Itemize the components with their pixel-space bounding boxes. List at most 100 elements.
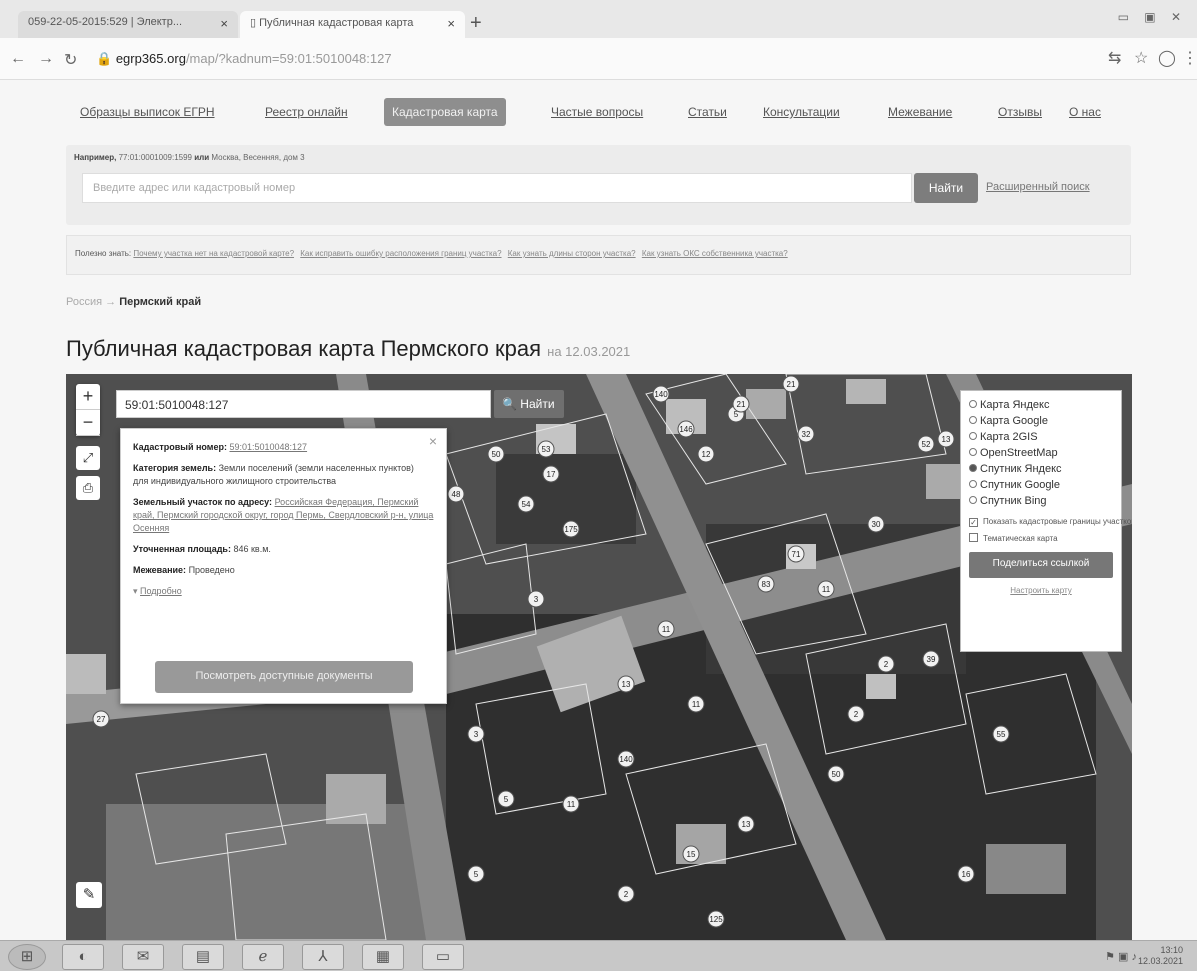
radio-icon[interactable] [969, 448, 977, 456]
nav-reviews[interactable]: Отзывы [998, 105, 1042, 119]
show-borders-checkbox[interactable]: ✓ [969, 518, 978, 527]
advanced-search-link[interactable]: Расширенный поиск [986, 181, 1090, 193]
satellite-map[interactable]: 50 53 54 175 17 48 140 146 12 21 5 21 32 52 13 30 71 83 11… [66, 374, 1132, 940]
area-label: Уточненная площадь: [133, 544, 231, 554]
back-icon[interactable]: ← [10, 50, 26, 68]
new-tab-icon[interactable]: + [470, 12, 482, 35]
page-title: Публичная кадастровая карта Пермского кр… [66, 336, 630, 362]
useful-link[interactable]: Как узнать ОКС собственника участка? [642, 249, 788, 258]
radio-icon[interactable] [969, 480, 977, 488]
zoom-out-icon[interactable]: − [76, 410, 100, 436]
window-controls[interactable]: ▭ ▣ ✕ [1118, 10, 1187, 24]
layer-option[interactable]: Карта Google [969, 415, 1113, 431]
search-panel: Например, 77:01:0001009:1599 или Москва,… [66, 145, 1131, 225]
more-toggle[interactable]: ▾ Подробно [133, 585, 434, 598]
plot-label: 5 [504, 795, 509, 804]
useful-link[interactable]: Почему участка нет на кадастровой карте? [133, 249, 294, 258]
cad-number-link[interactable]: 59:01:5010048:127 [229, 442, 307, 452]
layer-option[interactable]: Спутник Google [969, 479, 1113, 495]
app-icon[interactable]: ▦ [362, 944, 404, 970]
pencil-icon[interactable]: ✎ [76, 882, 102, 908]
zoom-in-icon[interactable]: + [76, 384, 100, 410]
layer-option[interactable]: Карта Яндекс [969, 399, 1113, 415]
breadcrumb-sep: → [105, 296, 117, 308]
plot-label: 71 [792, 550, 801, 559]
plot-label: 140 [654, 390, 668, 399]
star-icon[interactable]: ☆ [1134, 48, 1148, 68]
account-icon[interactable]: ◯ [1158, 48, 1176, 68]
layer-option[interactable]: Спутник Яндекс [969, 463, 1113, 479]
radio-icon[interactable] [969, 416, 977, 424]
clock-time: 13:10 [1160, 945, 1183, 955]
clock-date: 12.03.2021 [1137, 956, 1183, 966]
plot-label: 146 [679, 425, 693, 434]
nav-consult[interactable]: Консультации [763, 105, 840, 119]
permitted-use: для индивидуального жилищного строительс… [133, 476, 337, 486]
zoom-control[interactable]: + − [76, 384, 100, 436]
nav-about[interactable]: О нас [1069, 105, 1101, 119]
breadcrumb-root[interactable]: Россия [66, 296, 102, 308]
parcel-popup: × Кадастровый номер: 59:01:5010048:127 К… [120, 428, 447, 704]
pdf-icon[interactable]: ⅄ [302, 944, 344, 970]
chrome-icon[interactable]: ◐ [62, 944, 104, 970]
thematic-row[interactable]: Тематическая карта [969, 533, 1113, 544]
useful-link[interactable]: Как исправить ошибку расположения границ… [300, 249, 501, 258]
layer-option[interactable]: Спутник Bing [969, 495, 1113, 511]
browser-tab-1[interactable]: 059-22-05-2015:529 | Электр... × [18, 11, 238, 38]
radio-icon[interactable] [969, 496, 977, 504]
radio-icon[interactable] [969, 464, 977, 472]
menu-icon[interactable]: ⋮ [1182, 48, 1197, 68]
site-nav: Образцы выписок ЕГРН Реестр онлайн Кадас… [68, 98, 1128, 130]
layer-option-label: Карта Google [980, 415, 1048, 427]
url-field[interactable]: 🔒 egrp365.org/map/?kadnum=59:01:5010048:… [96, 46, 1096, 72]
layer-option-label: Спутник Bing [980, 495, 1047, 507]
map-find-button[interactable]: 🔍 Найти [494, 390, 564, 418]
layer-option-label: Спутник Google [980, 479, 1060, 491]
layer-option[interactable]: Карта 2GIS [969, 431, 1113, 447]
app-icon[interactable]: ▭ [422, 944, 464, 970]
layer-option[interactable]: OpenStreetMap [969, 447, 1113, 463]
forward-icon[interactable]: → [38, 50, 54, 68]
clock[interactable]: 13:10 12.03.2021 [1138, 945, 1183, 967]
radio-icon[interactable] [969, 400, 977, 408]
example-or: или [194, 153, 210, 162]
nav-survey[interactable]: Межевание [888, 105, 952, 119]
nav-faq[interactable]: Частые вопросы [551, 105, 643, 119]
print-icon[interactable]: ⎙ [76, 476, 100, 500]
close-tab-icon[interactable]: × [220, 16, 228, 31]
close-tab-icon[interactable]: × [447, 16, 455, 31]
close-icon[interactable]: × [429, 434, 437, 448]
share-link-button[interactable]: Поделиться ссылкой [969, 552, 1113, 578]
ie-icon[interactable]: ℯ [242, 944, 284, 970]
plot-label: 48 [452, 490, 461, 499]
browser-tab-2[interactable]: ▯ Публичная кадастровая карта × [240, 11, 465, 38]
plot-label: 11 [662, 625, 671, 634]
plot-label: 30 [872, 520, 881, 529]
search-input[interactable]: Введите адрес или кадастровый номер [82, 173, 912, 203]
configure-map-link[interactable]: Настроить карту [969, 586, 1113, 595]
show-borders-row[interactable]: ✓ Показать кадастровые границы участков [969, 517, 1132, 527]
nav-registry[interactable]: Реестр онлайн [265, 105, 348, 119]
plot-label: 125 [709, 915, 723, 924]
thematic-checkbox[interactable] [969, 533, 978, 542]
browser-tab-strip: 059-22-05-2015:529 | Электр... × ▯ Публи… [0, 0, 1197, 38]
more-link[interactable]: Подробно [140, 586, 182, 596]
app-icon[interactable]: ✉ [122, 944, 164, 970]
nav-samples[interactable]: Образцы выписок ЕГРН [80, 105, 215, 119]
app-icon[interactable]: ▤ [182, 944, 224, 970]
reload-icon[interactable]: ↻ [64, 50, 77, 70]
translate-icon[interactable]: ⇆ [1108, 48, 1121, 68]
plot-label: 11 [822, 585, 831, 594]
system-tray[interactable]: ⚑ ▣ ♪ [1105, 950, 1137, 963]
nav-articles[interactable]: Статьи [688, 105, 727, 119]
radio-icon[interactable] [969, 432, 977, 440]
useful-link[interactable]: Как узнать длины сторон участка? [508, 249, 636, 258]
view-documents-button[interactable]: Посмотреть доступные документы [155, 661, 413, 693]
fullscreen-icon[interactable]: ⤢ [76, 446, 100, 470]
search-button[interactable]: Найти [914, 173, 978, 203]
plot-label: 5 [474, 870, 479, 879]
plot-label: 53 [542, 445, 551, 454]
start-button-icon[interactable]: ⊞ [8, 944, 46, 970]
map-search-input[interactable]: 59:01:5010048:127 [116, 390, 491, 418]
nav-cadastral-map[interactable]: Кадастровая карта [384, 98, 506, 126]
